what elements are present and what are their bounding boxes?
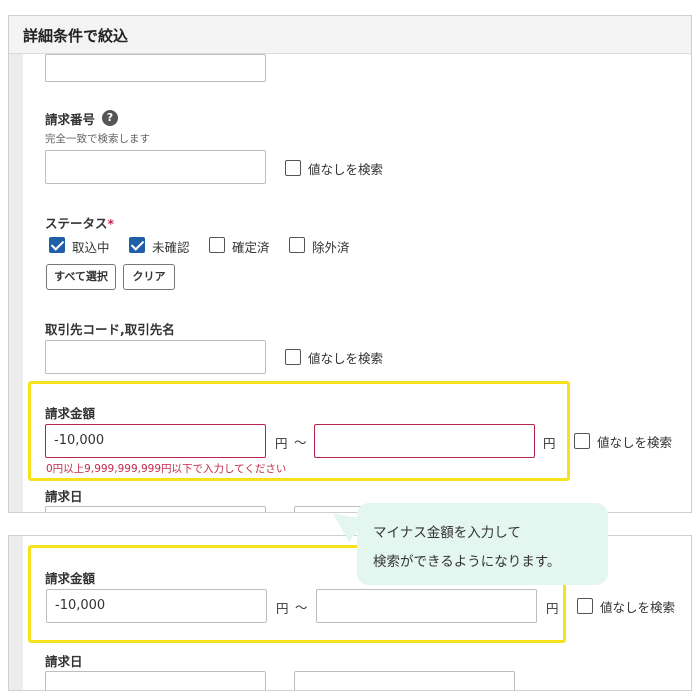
invoice-no-label: 請求番号 [45,112,96,127]
panel-header: 詳細条件で絞込 [9,16,691,54]
invoice-no-empty-label: 値なしを検索 [308,162,384,177]
invoice-no-hint: 完全一致で検索します [45,133,150,145]
panel-title: 詳細条件で絞込 [23,27,129,45]
invoice-no-empty-checkbox[interactable] [285,160,301,176]
left-gutter [9,536,23,690]
amount-empty-label: 値なしを検索 [600,600,676,615]
previous-field-input[interactable] [45,54,266,82]
date-to-input[interactable] [294,671,515,690]
select-all-button[interactable]: すべて選択 [46,264,116,290]
highlight-box-before [28,381,570,481]
callout-line-2: 検索ができるようになります。 [373,554,561,570]
amount-empty-checkbox[interactable] [574,433,590,449]
partner-empty-label: 値なしを検索 [308,351,384,366]
date-from-input[interactable] [45,671,266,690]
left-gutter [9,54,23,512]
status-label-confirmed: 確定済 [232,240,270,255]
partner-input[interactable] [45,340,266,374]
amount-empty-label: 値なしを検索 [597,435,673,450]
clear-button[interactable]: クリア [123,264,175,290]
callout-bubble: マイナス金額を入力して 検索ができるようになります。 [357,503,608,585]
date-from-input[interactable] [45,506,266,512]
partner-empty-checkbox[interactable] [285,349,301,365]
help-icon[interactable]: ? [102,110,118,126]
date-label: 請求日 [45,489,83,504]
status-label-unconfirmed: 未確認 [152,240,190,255]
required-mark: * [107,216,115,231]
amount-empty-checkbox[interactable] [577,598,593,614]
date-label: 請求日 [45,654,83,669]
status-label: ステータス* [45,216,115,231]
status-checkbox-excluded[interactable] [289,237,305,253]
status-checkbox-unconfirmed[interactable] [129,237,145,253]
status-checkbox-importing[interactable] [49,237,65,253]
status-label-excluded: 除外済 [312,240,350,255]
status-label-importing: 取込中 [72,240,110,255]
invoice-no-input[interactable] [45,150,266,184]
status-checkbox-confirmed[interactable] [209,237,225,253]
partner-label: 取引先コード,取引先名 [45,322,175,337]
callout-line-1: マイナス金額を入力して [373,525,521,541]
